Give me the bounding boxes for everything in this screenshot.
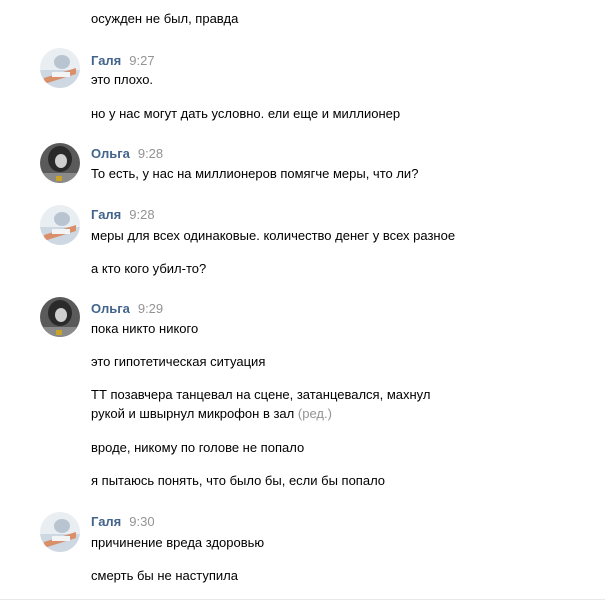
olga-avatar-image [40,297,80,337]
message-text: пока никто никого [91,321,199,336]
olga-avatar-image [40,143,80,183]
galya-avatar-image [40,205,80,245]
avatar-olga[interactable] [40,143,80,183]
galya-avatar-image [40,48,80,88]
message-header: Галя 9:30 [91,514,155,532]
message-time[interactable]: 9:27 [129,53,154,68]
author-name[interactable]: Ольга [91,301,130,316]
message-text: осужден не был, правда [91,11,239,26]
message-time[interactable]: 9:29 [138,301,163,316]
author-name[interactable]: Галя [91,514,121,529]
message-text: это гипотетическая ситуация [91,354,266,369]
message-time[interactable]: 9:30 [129,514,154,529]
message-text: смерть бы не наступила [91,568,238,583]
message-text: То есть, у нас на миллионеров помягче ме… [91,166,419,181]
message-text: ТТ позавчера танцевал на сцене, затанцев… [91,387,431,402]
message-text-edited: рукой и швырнул микрофон в зал (ред.) [91,404,332,423]
message-text: я пытаюсь понять, что было бы, если бы п… [91,473,386,488]
message-text: но у нас могут дать условно. ели еще и м… [91,106,401,121]
author-name[interactable]: Галя [91,53,121,68]
message-header: Галя 9:27 [91,53,155,71]
author-name[interactable]: Галя [91,207,121,222]
divider [0,599,605,600]
galya-avatar-image [40,512,80,552]
message-text: рукой и швырнул микрофон в зал [91,406,295,421]
message-text: причинение вреда здоровью [91,535,265,550]
avatar-olga[interactable] [40,297,80,337]
message-text: вроде, никому по голове не попало [91,440,305,455]
message-header: Ольга 9:29 [91,301,163,319]
message-time[interactable]: 9:28 [129,207,154,222]
avatar-galya[interactable] [40,512,80,552]
message-text: а кто кого убил-то? [91,261,207,276]
message-time[interactable]: 9:28 [138,146,163,161]
avatar-galya[interactable] [40,205,80,245]
avatar-galya[interactable] [40,48,80,88]
message-header: Ольга 9:28 [91,146,163,164]
chat-history: осужден не был, правда Галя 9:27 это пло… [0,0,605,602]
message-text: это плохо. [91,72,154,87]
message-header: Галя 9:28 [91,207,155,225]
message-text: меры для всех одинаковые. количество ден… [91,228,456,243]
edited-label[interactable]: (ред.) [298,406,332,421]
author-name[interactable]: Ольга [91,146,130,161]
